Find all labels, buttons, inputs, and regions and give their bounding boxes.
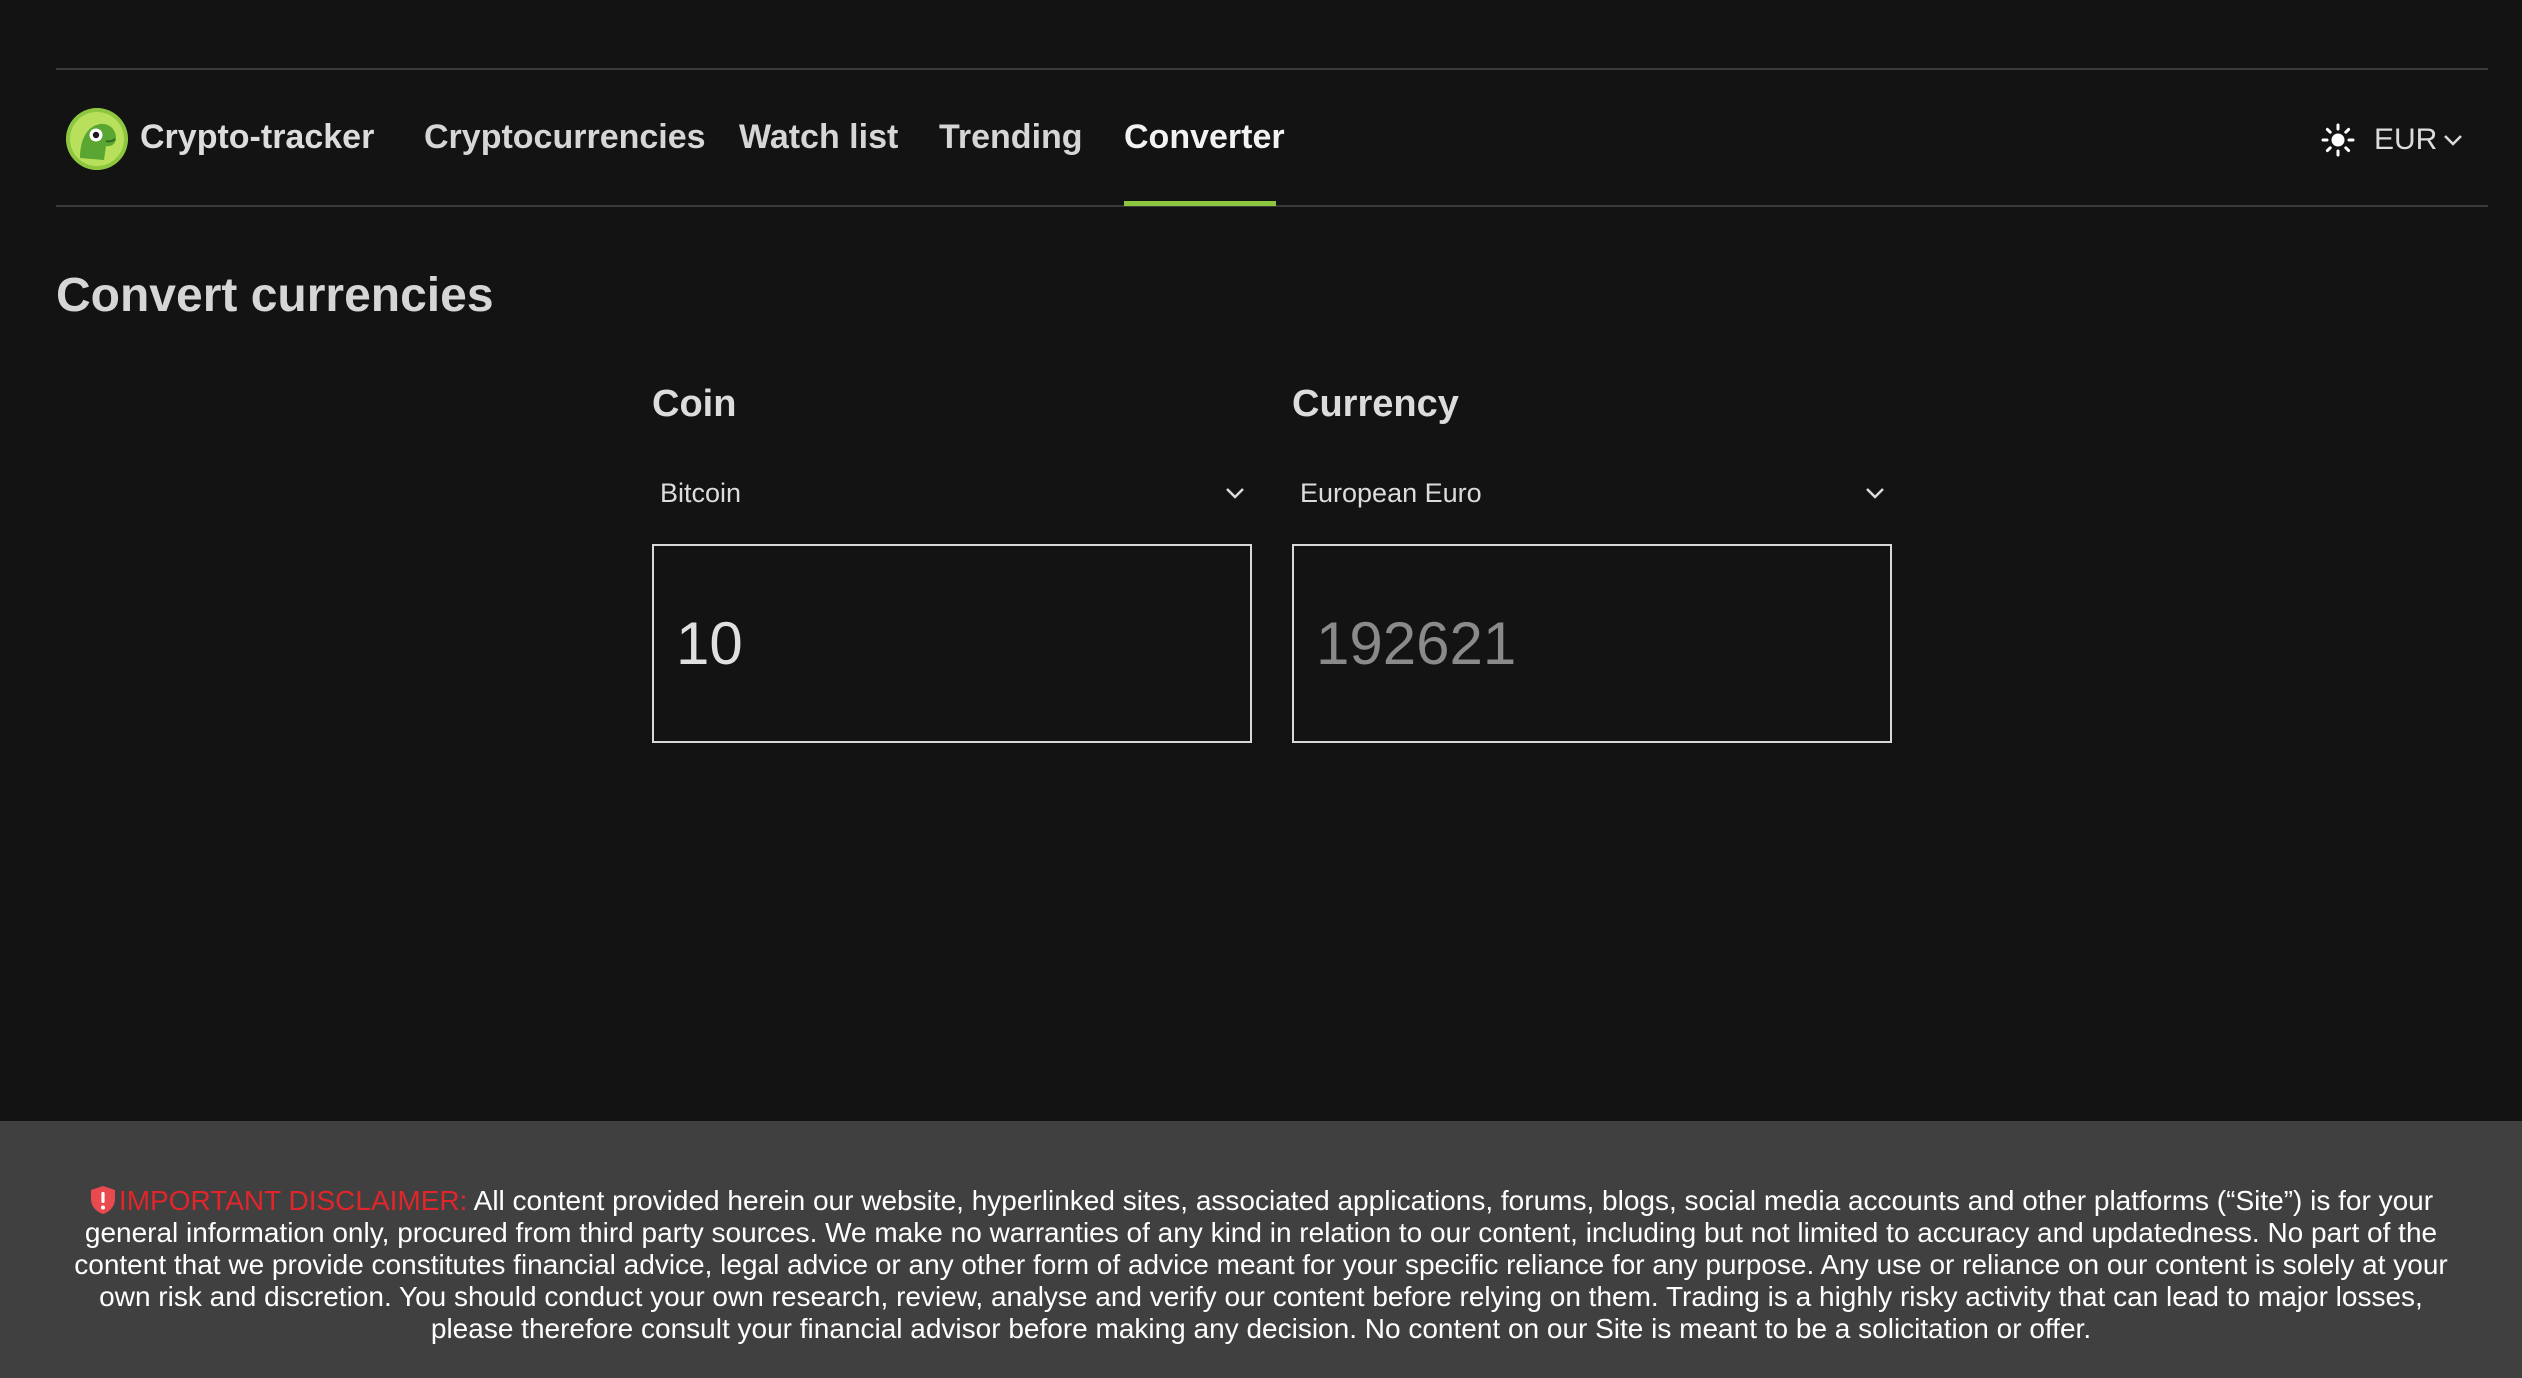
sun-icon[interactable] (2320, 122, 2356, 158)
nav-converter[interactable]: Converter (1124, 118, 1285, 157)
nav-cryptocurrencies[interactable]: Cryptocurrencies (424, 118, 706, 157)
converter-page: Crypto-tracker Cryptocurrencies Watch li… (0, 0, 2522, 1378)
coin-amount-box (652, 544, 1252, 743)
currency-label: Currency (1292, 383, 1459, 425)
active-tab-indicator (1124, 201, 1276, 206)
page-title: Convert currencies (56, 269, 494, 322)
currency-selector[interactable]: EUR (2374, 122, 2463, 158)
top-navbar: Crypto-tracker Cryptocurrencies Watch li… (56, 68, 2488, 207)
currency-select-value: European Euro (1300, 477, 1482, 508)
currency-amount-input[interactable] (1294, 546, 1890, 741)
chevron-down-icon (1864, 486, 1886, 500)
gecko-logo-icon[interactable] (66, 108, 128, 170)
disclaimer-title: IMPORTANT DISCLAIMER: (118, 1185, 468, 1216)
chevron-down-icon (1224, 486, 1246, 500)
chevron-down-icon (2443, 133, 2463, 147)
footer: IMPORTANT DISCLAIMER: All content provid… (0, 1121, 2522, 1378)
disclaimer: IMPORTANT DISCLAIMER: All content provid… (60, 1185, 2462, 1345)
nav-watch-list[interactable]: Watch list (739, 118, 898, 157)
coin-amount-input[interactable] (654, 546, 1250, 741)
brand-name[interactable]: Crypto-tracker (140, 118, 374, 157)
currency-selector-label: EUR (2374, 123, 2438, 156)
currency-select[interactable]: European Euro (1292, 466, 1892, 520)
shield-alert-icon (89, 1185, 117, 1215)
currency-amount-box (1292, 544, 1892, 743)
coin-select[interactable]: Bitcoin (652, 466, 1252, 520)
coin-label: Coin (652, 383, 737, 425)
coin-select-value: Bitcoin (660, 477, 742, 508)
nav-trending[interactable]: Trending (939, 118, 1083, 157)
